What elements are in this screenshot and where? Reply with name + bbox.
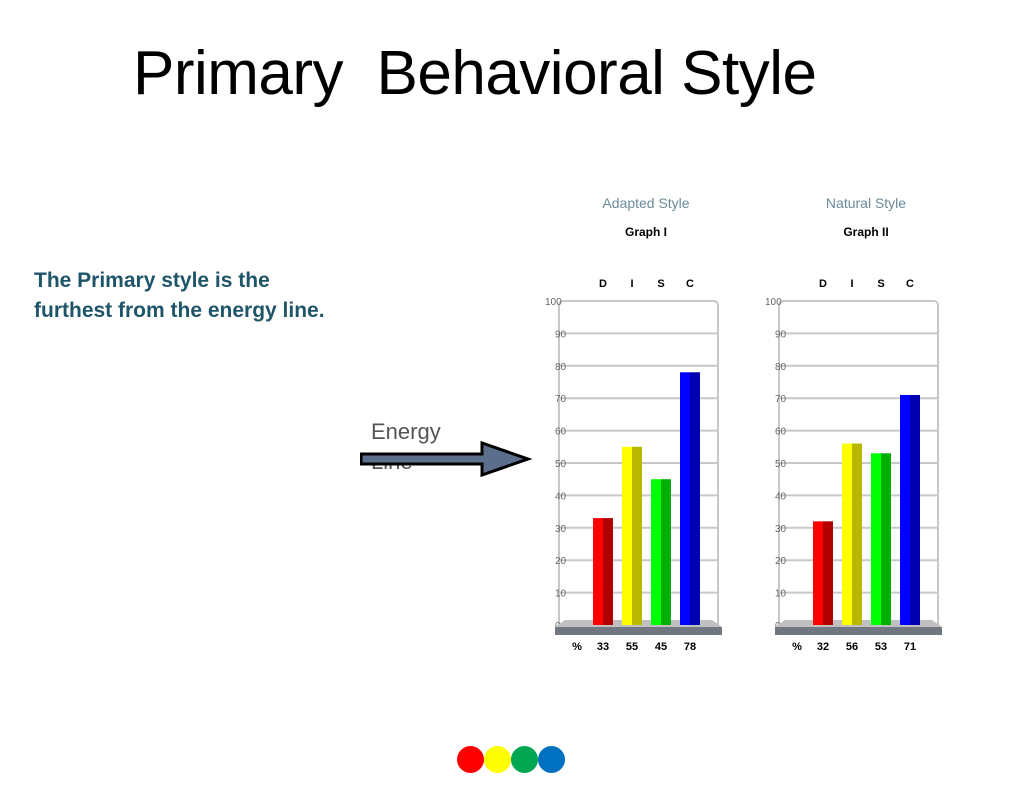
y-tick-label: 70	[555, 394, 567, 405]
y-tick-label: 50	[555, 459, 567, 470]
y-tick-label: 60	[775, 427, 787, 438]
energy-arrow-icon	[360, 440, 533, 478]
value-label: 55	[626, 641, 638, 653]
bar-I	[622, 446, 642, 625]
description-line: furthest from the energy line.	[34, 299, 325, 322]
bar-shade	[690, 372, 700, 625]
chart-title: Adapted Style	[602, 195, 689, 211]
y-tick-label: 60	[555, 427, 567, 438]
bar-front	[900, 394, 910, 625]
bar-D	[593, 518, 613, 625]
category-label: S	[877, 278, 884, 290]
category-label: S	[657, 278, 664, 290]
category-label: C	[906, 278, 914, 290]
y-tick-label: 80	[775, 362, 787, 373]
bar-I	[842, 443, 862, 625]
category-label: I	[850, 278, 853, 290]
y-tick-label: 30	[775, 524, 787, 535]
y-tick-label: 80	[555, 362, 567, 373]
value-label: 56	[846, 641, 858, 653]
y-tick-label: 50	[775, 459, 787, 470]
bar-shade	[632, 446, 642, 625]
y-tick-label: 40	[555, 491, 567, 502]
category-label: I	[630, 278, 633, 290]
yellow-dot-icon	[484, 746, 511, 773]
primary-style-description: The Primary style is the furthest from t…	[34, 266, 325, 326]
red-dot-icon	[457, 746, 484, 773]
y-tick-label: 100	[765, 297, 782, 308]
bar-S	[651, 479, 671, 625]
y-tick-label: 100	[545, 297, 562, 308]
value-label: 53	[875, 641, 887, 653]
y-tick-label: 40	[775, 491, 787, 502]
y-tick-label: 90	[555, 329, 567, 340]
disc-color-dots	[457, 746, 565, 773]
y-tick-label: 10	[775, 589, 787, 600]
value-label: 33	[597, 641, 609, 653]
bar-front	[651, 479, 661, 625]
blue-dot-icon	[538, 746, 565, 773]
y-tick-label: 20	[555, 556, 567, 567]
chart-subtitle: Graph I	[625, 225, 667, 239]
bar-front	[813, 521, 823, 625]
bar-D	[813, 521, 833, 625]
percent-label: %	[572, 641, 582, 653]
value-label: 71	[904, 641, 916, 653]
green-dot-icon	[511, 746, 538, 773]
chart-base	[555, 627, 722, 635]
category-label: D	[819, 278, 827, 290]
bar-C	[900, 394, 920, 625]
bar-shade	[852, 443, 862, 625]
page-title: Primary Behavioral Style	[133, 39, 817, 108]
bar-front	[871, 453, 881, 625]
bar-shade	[603, 518, 613, 625]
y-tick-label: 90	[775, 329, 787, 340]
y-tick-label: 20	[775, 556, 787, 567]
bar-shade	[910, 394, 920, 625]
percent-label: %	[792, 641, 802, 653]
adapted-style-chart: Adapted StyleGraph I01020304050607080901…	[545, 195, 722, 653]
bar-S	[871, 453, 891, 625]
natural-style-chart: Natural StyleGraph II0102030405060708090…	[765, 195, 942, 653]
y-tick-label: 10	[555, 589, 567, 600]
y-tick-label: 70	[775, 394, 787, 405]
category-label: D	[599, 278, 607, 290]
description-line: The Primary style is the	[34, 269, 270, 292]
chart-subtitle: Graph II	[843, 225, 888, 239]
bar-front	[680, 372, 690, 625]
bar-front	[842, 443, 852, 625]
y-tick-label: 30	[555, 524, 567, 535]
chart-title: Natural Style	[826, 195, 906, 211]
value-label: 45	[655, 641, 667, 653]
bar-C	[680, 372, 700, 625]
value-label: 78	[684, 641, 696, 653]
bar-shade	[823, 521, 833, 625]
bar-shade	[661, 479, 671, 625]
chart-base	[775, 627, 942, 635]
bar-front	[622, 446, 632, 625]
value-label: 32	[817, 641, 829, 653]
category-label: C	[686, 278, 694, 290]
bar-front	[593, 518, 603, 625]
bar-shade	[881, 453, 891, 625]
